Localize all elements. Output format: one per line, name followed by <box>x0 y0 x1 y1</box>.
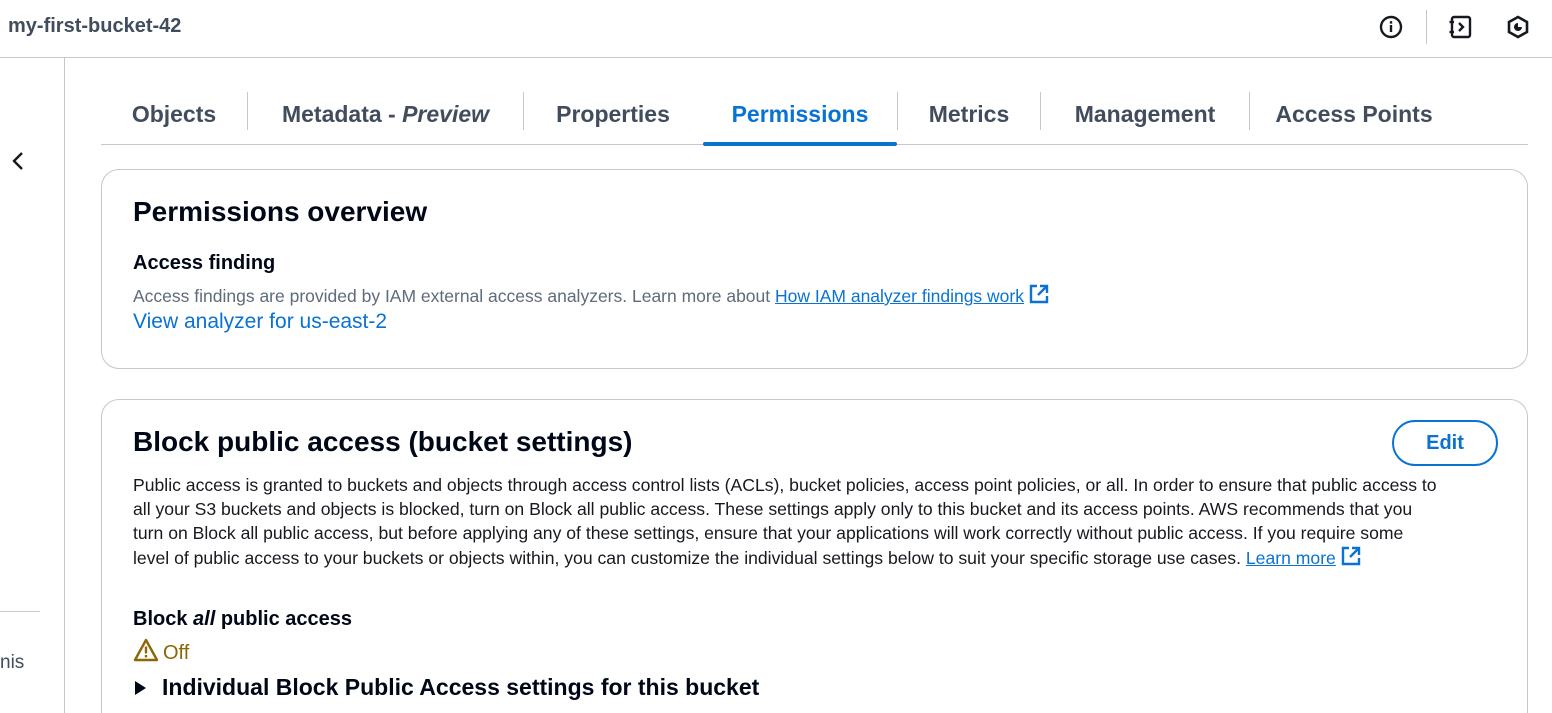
status-text: Off <box>163 641 190 664</box>
tab-objects[interactable]: Objects <box>101 84 247 145</box>
tab-management[interactable]: Management <box>1041 84 1249 145</box>
iam-analyzer-findings-link[interactable]: How IAM analyzer findings work <box>775 286 1024 306</box>
edit-button[interactable]: Edit <box>1392 420 1498 466</box>
tab-label: Properties <box>556 101 670 127</box>
nav-clipped-text: nis <box>0 652 25 673</box>
description-line: Public access is granted to buckets and … <box>133 475 1437 495</box>
access-finding-description: Access findings are provided by IAM exte… <box>133 283 1050 311</box>
tab-label-preview: Preview <box>402 101 490 127</box>
permissions-overview-panel: Permissions overview Access finding Acce… <box>101 169 1528 369</box>
label-suffix: public access <box>215 608 353 630</box>
description-text: Access findings are provided by IAM exte… <box>133 286 775 306</box>
access-finding-label: Access finding <box>133 252 276 274</box>
tab-metrics[interactable]: Metrics <box>898 84 1040 145</box>
learn-more-link[interactable]: Learn more <box>1246 548 1336 568</box>
expander-label: Individual Block Public Access settings … <box>162 674 760 700</box>
view-analyzer-link[interactable]: View analyzer for us-east-2 <box>133 310 387 334</box>
description-line: turn on Block all public access, but bef… <box>133 523 1404 543</box>
tab-access-points[interactable]: Access Points <box>1250 84 1458 145</box>
notes-panel-icon[interactable] <box>1448 14 1474 40</box>
tab-label: Objects <box>131 101 217 127</box>
external-link-icon[interactable] <box>1028 283 1050 311</box>
info-icon[interactable] <box>1378 14 1404 40</box>
external-link-icon[interactable] <box>1340 545 1362 573</box>
bucket-name: my-first-bucket-42 <box>8 15 182 37</box>
nav-divider <box>0 611 40 612</box>
top-bar: my-first-bucket-42 <box>0 0 1552 58</box>
description-line-text: level of public access to your buckets o… <box>133 548 1246 568</box>
individual-settings-expander[interactable]: Individual Block Public Access settings … <box>135 674 759 701</box>
description-line: all your S3 buckets and objects is block… <box>133 499 1413 519</box>
block-public-access-description: Public access is granted to buckets and … <box>133 473 1503 573</box>
tab-label: Metrics <box>928 101 1010 127</box>
label-emphasis: all <box>193 608 216 630</box>
block-all-status: Off <box>133 638 189 668</box>
bucket-tabs: Objects Metadata - Preview Properties Pe… <box>101 84 1528 146</box>
description-line: level of public access to your buckets o… <box>133 545 1503 573</box>
panel-title: Block public access (bucket settings) <box>133 426 633 457</box>
tab-label: Metadata - <box>281 101 403 127</box>
tab-permissions[interactable]: Permissions <box>703 84 897 146</box>
panel-title: Permissions overview <box>133 196 428 227</box>
chevron-left-icon[interactable] <box>8 150 30 172</box>
tab-label: Access Points <box>1275 101 1433 127</box>
label-prefix: Block <box>133 608 194 630</box>
tab-label: Permissions <box>731 101 869 127</box>
block-all-public-access-label: Block all public access <box>133 608 352 631</box>
tab-properties[interactable]: Properties <box>524 84 702 145</box>
tab-label: Management <box>1074 101 1216 127</box>
block-public-access-panel: Block public access (bucket settings) Ed… <box>101 399 1528 713</box>
caret-right-icon <box>135 680 146 695</box>
side-navigation: nis <box>0 58 65 713</box>
toolbar-divider <box>1426 10 1427 44</box>
warning-icon <box>133 638 163 668</box>
security-shield-icon[interactable] <box>1505 14 1531 40</box>
tab-metadata[interactable]: Metadata - Preview <box>248 84 523 145</box>
